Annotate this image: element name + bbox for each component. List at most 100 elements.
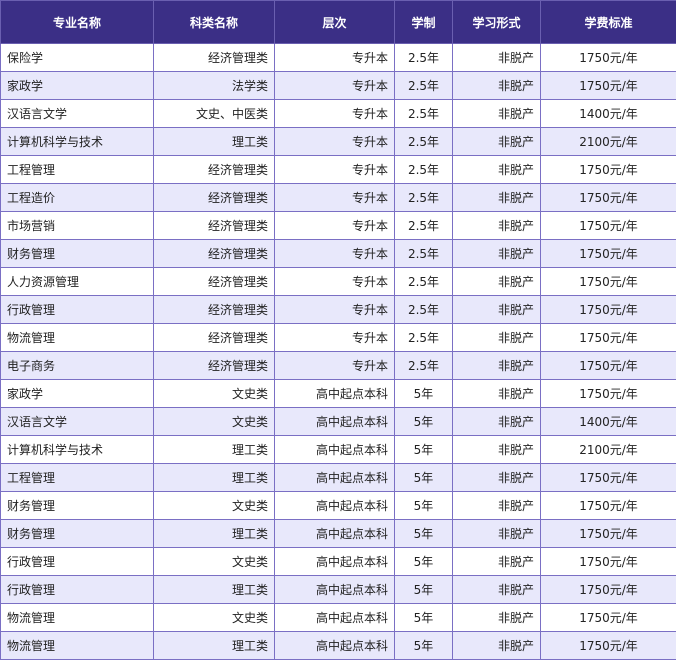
fee-cell: 1750元/年 bbox=[540, 603, 676, 632]
level-cell: 高中起点本科 bbox=[274, 631, 395, 660]
category-cell: 经济管理类 bbox=[153, 323, 275, 352]
study-mode-cell: 非脱产 bbox=[452, 379, 541, 408]
level-cell: 高中起点本科 bbox=[274, 407, 395, 436]
fee-cell: 2100元/年 bbox=[540, 127, 676, 156]
major-name-cell: 保险学 bbox=[0, 43, 154, 72]
level-cell: 专升本 bbox=[274, 71, 395, 100]
category-cell: 文史类 bbox=[153, 603, 275, 632]
duration-cell: 2.5年 bbox=[394, 71, 453, 100]
fee-cell: 1750元/年 bbox=[540, 43, 676, 72]
category-cell: 文史类 bbox=[153, 491, 275, 520]
major-name-cell: 财务管理 bbox=[0, 491, 154, 520]
duration-cell: 5年 bbox=[394, 463, 453, 492]
table-row: 财务管理 文史类 高中起点本科 5年 非脱产 1750元/年 bbox=[0, 491, 676, 520]
major-name-cell: 计算机科学与技术 bbox=[0, 127, 154, 156]
table-row: 财务管理 经济管理类 专升本 2.5年 非脱产 1750元/年 bbox=[0, 239, 676, 268]
major-name-cell: 财务管理 bbox=[0, 519, 154, 548]
category-cell: 经济管理类 bbox=[153, 43, 275, 72]
table-row: 工程管理 理工类 高中起点本科 5年 非脱产 1750元/年 bbox=[0, 463, 676, 492]
major-name-cell: 财务管理 bbox=[0, 239, 154, 268]
level-cell: 高中起点本科 bbox=[274, 463, 395, 492]
study-mode-cell: 非脱产 bbox=[452, 71, 541, 100]
level-cell: 高中起点本科 bbox=[274, 379, 395, 408]
table-row: 行政管理 经济管理类 专升本 2.5年 非脱产 1750元/年 bbox=[0, 295, 676, 324]
table-row: 工程管理 经济管理类 专升本 2.5年 非脱产 1750元/年 bbox=[0, 155, 676, 184]
level-cell: 专升本 bbox=[274, 267, 395, 296]
duration-cell: 2.5年 bbox=[394, 99, 453, 128]
study-mode-cell: 非脱产 bbox=[452, 127, 541, 156]
major-name-cell: 物流管理 bbox=[0, 323, 154, 352]
major-name-cell: 工程管理 bbox=[0, 463, 154, 492]
header-study-mode: 学习形式 bbox=[452, 0, 541, 44]
duration-cell: 5年 bbox=[394, 519, 453, 548]
level-cell: 高中起点本科 bbox=[274, 547, 395, 576]
table-row: 计算机科学与技术 理工类 高中起点本科 5年 非脱产 2100元/年 bbox=[0, 435, 676, 464]
table-row: 物流管理 理工类 高中起点本科 5年 非脱产 1750元/年 bbox=[0, 631, 676, 660]
fee-cell: 1750元/年 bbox=[540, 71, 676, 100]
category-cell: 经济管理类 bbox=[153, 351, 275, 380]
level-cell: 专升本 bbox=[274, 155, 395, 184]
level-cell: 专升本 bbox=[274, 127, 395, 156]
duration-cell: 5年 bbox=[394, 379, 453, 408]
duration-cell: 2.5年 bbox=[394, 351, 453, 380]
level-cell: 高中起点本科 bbox=[274, 435, 395, 464]
level-cell: 专升本 bbox=[274, 211, 395, 240]
level-cell: 高中起点本科 bbox=[274, 603, 395, 632]
table-row: 保险学 经济管理类 专升本 2.5年 非脱产 1750元/年 bbox=[0, 43, 676, 72]
study-mode-cell: 非脱产 bbox=[452, 211, 541, 240]
level-cell: 专升本 bbox=[274, 351, 395, 380]
major-name-cell: 物流管理 bbox=[0, 603, 154, 632]
study-mode-cell: 非脱产 bbox=[452, 435, 541, 464]
category-cell: 法学类 bbox=[153, 71, 275, 100]
study-mode-cell: 非脱产 bbox=[452, 491, 541, 520]
fee-cell: 1750元/年 bbox=[540, 155, 676, 184]
table-row: 财务管理 理工类 高中起点本科 5年 非脱产 1750元/年 bbox=[0, 519, 676, 548]
major-name-cell: 家政学 bbox=[0, 71, 154, 100]
category-cell: 经济管理类 bbox=[153, 155, 275, 184]
major-name-cell: 计算机科学与技术 bbox=[0, 435, 154, 464]
major-name-cell: 物流管理 bbox=[0, 631, 154, 660]
fee-cell: 1400元/年 bbox=[540, 407, 676, 436]
study-mode-cell: 非脱产 bbox=[452, 323, 541, 352]
duration-cell: 2.5年 bbox=[394, 239, 453, 268]
table-row: 市场营销 经济管理类 专升本 2.5年 非脱产 1750元/年 bbox=[0, 211, 676, 240]
category-cell: 文史类 bbox=[153, 407, 275, 436]
duration-cell: 5年 bbox=[394, 631, 453, 660]
duration-cell: 2.5年 bbox=[394, 295, 453, 324]
table-row: 家政学 文史类 高中起点本科 5年 非脱产 1750元/年 bbox=[0, 379, 676, 408]
header-level: 层次 bbox=[274, 0, 395, 44]
major-name-cell: 行政管理 bbox=[0, 547, 154, 576]
table-row: 电子商务 经济管理类 专升本 2.5年 非脱产 1750元/年 bbox=[0, 351, 676, 380]
fee-cell: 1750元/年 bbox=[540, 491, 676, 520]
table-row: 人力资源管理 经济管理类 专升本 2.5年 非脱产 1750元/年 bbox=[0, 267, 676, 296]
category-cell: 经济管理类 bbox=[153, 211, 275, 240]
category-cell: 理工类 bbox=[153, 463, 275, 492]
study-mode-cell: 非脱产 bbox=[452, 99, 541, 128]
header-major-name: 专业名称 bbox=[0, 0, 154, 44]
study-mode-cell: 非脱产 bbox=[452, 547, 541, 576]
table-body: 保险学 经济管理类 专升本 2.5年 非脱产 1750元/年 家政学 法学类 专升本 2.5年 非脱… bbox=[0, 43, 676, 660]
major-name-cell: 行政管理 bbox=[0, 295, 154, 324]
study-mode-cell: 非脱产 bbox=[452, 43, 541, 72]
study-mode-cell: 非脱产 bbox=[452, 267, 541, 296]
fee-cell: 1750元/年 bbox=[540, 463, 676, 492]
level-cell: 专升本 bbox=[274, 239, 395, 268]
duration-cell: 5年 bbox=[394, 575, 453, 604]
level-cell: 专升本 bbox=[274, 99, 395, 128]
fee-cell: 1750元/年 bbox=[540, 575, 676, 604]
header-row: 专业名称 科类名称 层次 学制 学习形式 学费标准 bbox=[0, 0, 676, 44]
fee-cell: 1750元/年 bbox=[540, 547, 676, 576]
major-name-cell: 人力资源管理 bbox=[0, 267, 154, 296]
category-cell: 经济管理类 bbox=[153, 239, 275, 268]
table-row: 物流管理 经济管理类 专升本 2.5年 非脱产 1750元/年 bbox=[0, 323, 676, 352]
study-mode-cell: 非脱产 bbox=[452, 463, 541, 492]
fee-cell: 1750元/年 bbox=[540, 267, 676, 296]
study-mode-cell: 非脱产 bbox=[452, 183, 541, 212]
level-cell: 高中起点本科 bbox=[274, 491, 395, 520]
fee-cell: 2100元/年 bbox=[540, 435, 676, 464]
duration-cell: 5年 bbox=[394, 547, 453, 576]
category-cell: 理工类 bbox=[153, 519, 275, 548]
level-cell: 高中起点本科 bbox=[274, 575, 395, 604]
fee-cell: 1750元/年 bbox=[540, 351, 676, 380]
study-mode-cell: 非脱产 bbox=[452, 603, 541, 632]
